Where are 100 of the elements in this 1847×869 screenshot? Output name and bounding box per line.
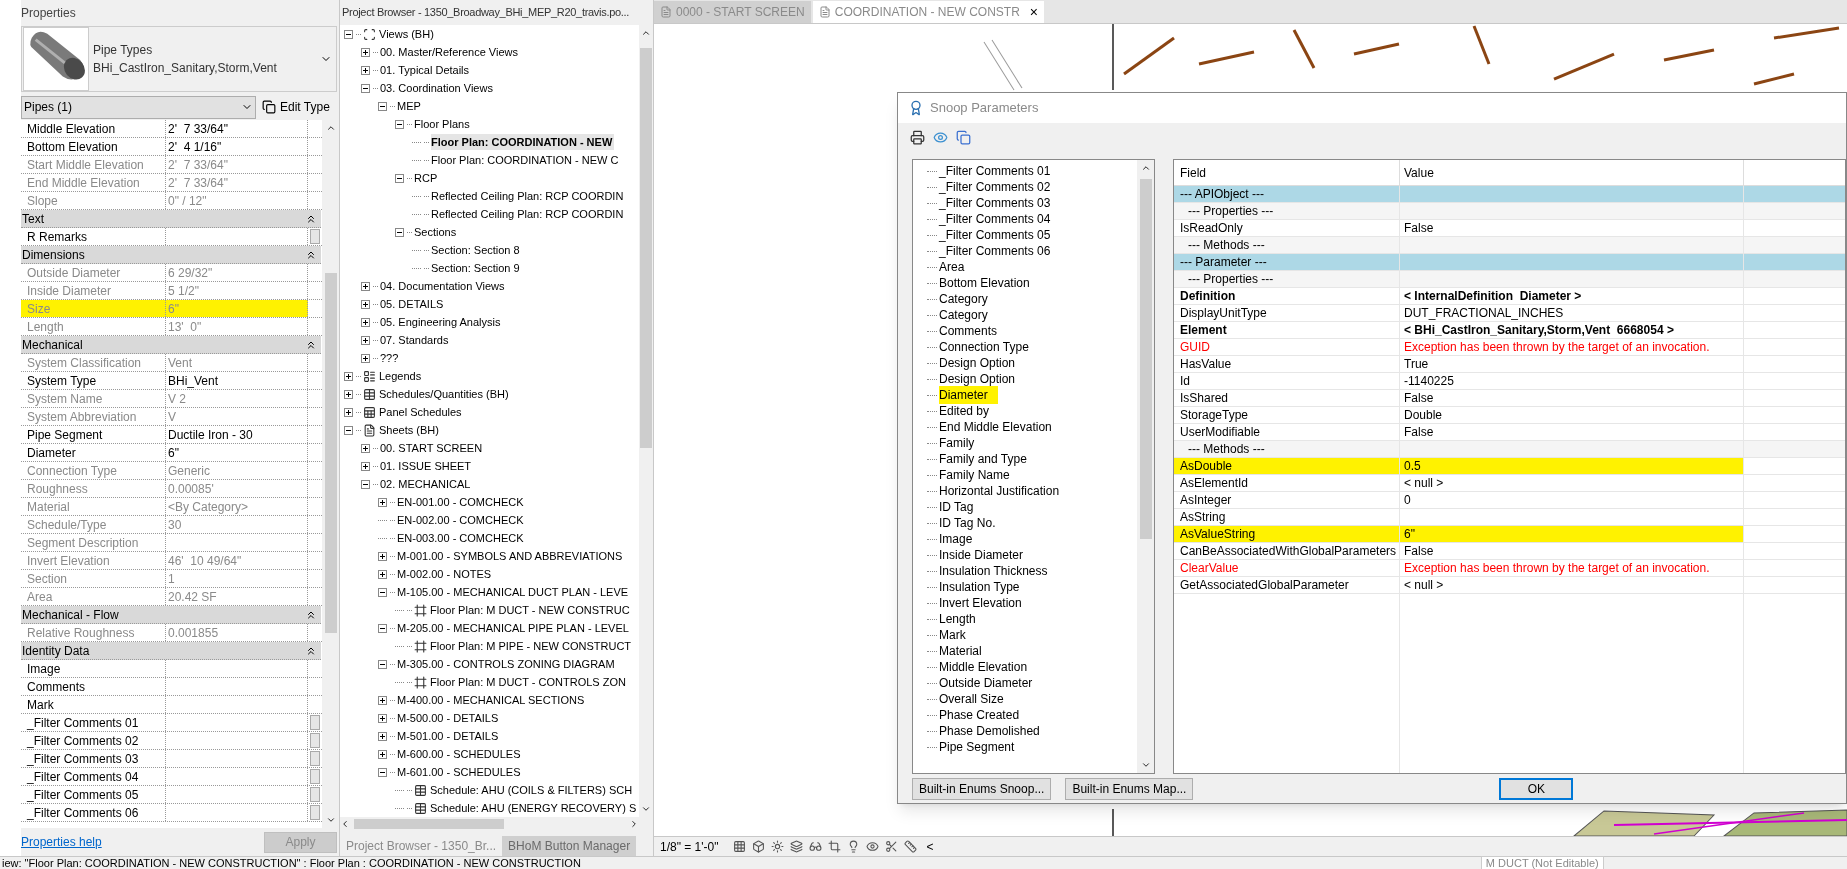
collapse-toggle[interactable] — [378, 767, 387, 777]
parameter-item[interactable]: Comments — [939, 322, 997, 340]
collapse-toggle[interactable]: < — [926, 837, 934, 856]
tree-item[interactable]: 02. MECHANICAL — [380, 475, 473, 493]
parameter-item[interactable]: Connection Type — [939, 338, 1029, 356]
tree-item[interactable]: Section: Section 9 — [431, 259, 522, 277]
collapse-toggle[interactable] — [344, 29, 353, 39]
scissors-icon[interactable] — [884, 840, 898, 853]
tree-item[interactable]: Floor Plan: COORDINATION - NEW — [431, 133, 615, 151]
parameter-item[interactable]: Image — [939, 530, 973, 548]
collapse-toggle[interactable] — [378, 587, 387, 597]
tree-item[interactable]: M-500.00 - DETAILS — [397, 709, 501, 727]
category-header[interactable]: Mechanical - Flow — [21, 606, 321, 624]
property-value[interactable]: 2' 7 33/64" — [166, 120, 308, 137]
expand-toggle[interactable] — [344, 371, 353, 381]
expand-toggle[interactable] — [378, 551, 387, 561]
parameter-item[interactable]: Category — [939, 290, 988, 308]
printer-icon[interactable] — [910, 129, 925, 145]
parameter-item[interactable]: Horizontal Justification — [939, 482, 1060, 500]
tree-item[interactable]: M-205.00 - MECHANICAL PIPE PLAN - LEVEL — [397, 619, 631, 637]
collapse-toggle[interactable] — [395, 119, 404, 129]
scroll-up-icon[interactable] — [641, 28, 651, 38]
tree-item[interactable]: EN-002.00 - COMCHECK — [397, 511, 526, 529]
scroll-down-icon[interactable] — [641, 804, 651, 814]
tree-item[interactable]: 00. Master/Reference Views — [380, 43, 520, 61]
tree-item[interactable]: M-002.00 - NOTES — [397, 565, 494, 583]
tree-item[interactable]: 01. Typical Details — [380, 61, 472, 79]
sun-icon[interactable] — [770, 840, 784, 853]
property-value[interactable]: 6" — [166, 444, 308, 461]
tree-item[interactable]: 03. Coordination Views — [380, 79, 495, 97]
tree-item[interactable]: Floor Plans — [414, 115, 472, 133]
tree-item[interactable]: Schedules/Quantities (BH) — [379, 385, 511, 403]
tree-item[interactable]: 04. Documentation Views — [380, 277, 507, 295]
collapse-toggle[interactable] — [344, 425, 353, 435]
parameter-item[interactable]: Family and Type — [939, 450, 1027, 468]
parameter-item[interactable]: ID Tag — [939, 498, 974, 516]
layers-icon[interactable] — [789, 840, 803, 853]
scroll-up-icon[interactable] — [1140, 163, 1151, 173]
tree-item[interactable]: M-601.00 - SCHEDULES — [397, 763, 523, 781]
parameter-item[interactable]: Area — [939, 258, 965, 276]
tree-item[interactable]: Legends — [379, 367, 424, 385]
parameter-item[interactable]: Outside Diameter — [939, 674, 1033, 692]
tree-item[interactable]: Floor Plan: COORDINATION - NEW C — [431, 151, 621, 169]
property-value[interactable]: BHi_Vent — [166, 372, 308, 389]
tree-item[interactable]: Views (BH) — [379, 25, 436, 43]
column-header[interactable]: Value — [1400, 160, 1744, 185]
parameter-item[interactable]: _Filter Comments 03 — [939, 194, 1051, 212]
ok-button[interactable]: OK — [1499, 777, 1574, 800]
tree-item[interactable]: Floor Plan: M DUCT - CONTROLS ZON — [430, 673, 628, 691]
tree-item[interactable]: M-305.00 - CONTROLS ZONING DIAGRAM — [397, 655, 617, 673]
expand-toggle[interactable] — [378, 731, 387, 741]
parameter-item[interactable]: Pipe Segment — [939, 738, 1015, 756]
parameter-item[interactable]: Overall Size — [939, 690, 1004, 708]
expand-toggle[interactable] — [361, 47, 370, 57]
column-header[interactable]: Field — [1174, 160, 1400, 185]
category-header[interactable]: Text — [21, 210, 321, 228]
expand-toggle[interactable] — [361, 299, 370, 309]
tree-item[interactable]: Floor Plan: M DUCT - NEW CONSTRUC — [430, 601, 632, 619]
tree-item[interactable]: ??? — [380, 349, 401, 367]
eye-icon[interactable] — [865, 840, 879, 853]
parameter-item[interactable]: ID Tag No. — [939, 514, 996, 532]
tree-item[interactable]: MEP — [397, 97, 423, 115]
tree-item[interactable]: M-501.00 - DETAILS — [397, 727, 501, 745]
tree-item[interactable]: M-600.00 - SCHEDULES — [397, 745, 523, 763]
scrollbar[interactable] — [1137, 160, 1154, 773]
close-tab-button[interactable]: × — [1029, 5, 1038, 19]
grid-icon[interactable] — [732, 840, 746, 853]
collapse-toggle[interactable] — [378, 101, 387, 111]
parameter-item[interactable]: Family Name — [939, 466, 1010, 484]
parameter-item[interactable]: Inside Diameter — [939, 546, 1024, 564]
tree-item[interactable]: Panel Schedules — [379, 403, 464, 421]
panel-tab[interactable]: BHoM Button Manager — [502, 836, 637, 856]
collapse-toggle[interactable] — [378, 659, 387, 669]
tree-item[interactable]: 07. Standards — [380, 331, 451, 349]
enum-button[interactable]: Built-in Enums Map... — [1065, 777, 1194, 800]
ruler-icon[interactable] — [903, 840, 917, 853]
expand-toggle[interactable] — [361, 65, 370, 75]
parameter-item[interactable]: Phase Created — [939, 706, 1020, 724]
expand-toggle[interactable] — [361, 461, 370, 471]
parameter-item[interactable]: Mark — [939, 626, 966, 644]
parameter-item[interactable]: Category — [939, 306, 988, 324]
collapse-toggle[interactable] — [395, 227, 404, 237]
parameter-item[interactable]: Length — [939, 610, 976, 628]
parameter-item[interactable]: Diameter — [939, 386, 998, 404]
enum-button[interactable]: Built-in Enums Snoop... — [912, 777, 1052, 800]
expand-toggle[interactable] — [378, 713, 387, 723]
parameter-item[interactable]: Edited by — [939, 402, 990, 420]
parameter-item[interactable]: Material — [939, 642, 982, 660]
view-tab[interactable]: COORDINATION - NEW CONSTR × — [812, 1, 1044, 23]
glasses-icon[interactable] — [808, 840, 822, 853]
collapse-toggle[interactable] — [361, 83, 370, 93]
tree-item[interactable]: 00. START SCREEN — [380, 439, 485, 457]
parameter-item[interactable]: Invert Elevation — [939, 594, 1022, 612]
copy-icon[interactable] — [956, 129, 971, 145]
expand-toggle[interactable] — [361, 317, 370, 327]
tree-item[interactable]: EN-003.00 - COMCHECK — [397, 529, 526, 547]
instance-filter-dropdown[interactable]: Pipes (1) — [21, 95, 256, 119]
parameter-item[interactable]: _Filter Comments 05 — [939, 226, 1051, 244]
parameter-item[interactable]: End Middle Elevation — [939, 418, 1052, 436]
scroll-down-icon[interactable] — [325, 815, 336, 825]
